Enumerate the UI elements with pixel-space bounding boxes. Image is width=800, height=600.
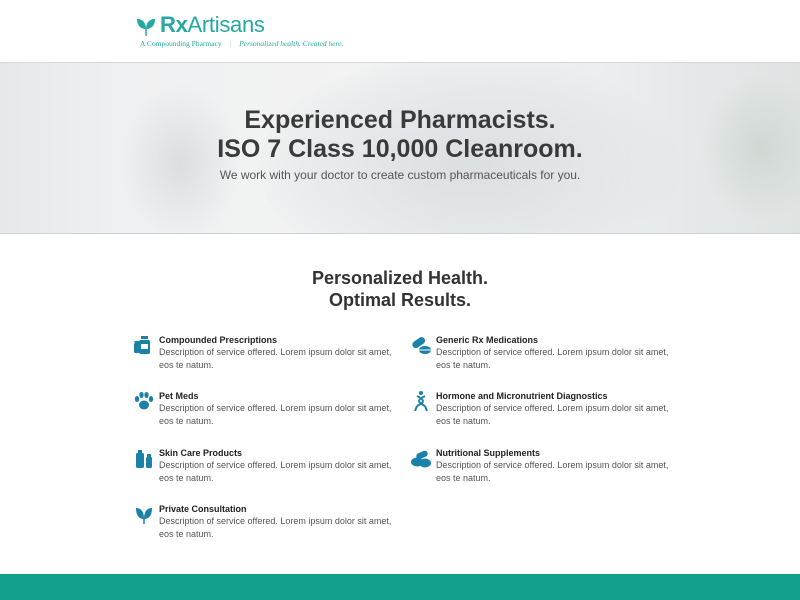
service-description: Description of service offered. Lorem ip… (159, 516, 392, 539)
logo[interactable]: RxArtisans A Compounding Pharmacy | Pers… (135, 14, 343, 48)
paw-icon (133, 390, 155, 412)
prescription-bottles-icon (133, 334, 155, 356)
service-skin-care: Skin Care Products Description of servic… (133, 447, 403, 484)
skincare-bottle-icon (133, 447, 155, 469)
service-description: Description of service offered. Lorem ip… (436, 403, 669, 426)
hero-title: Experienced Pharmacists. ISO 7 Class 10,… (217, 106, 583, 163)
service-description: Description of service offered. Lorem ip… (436, 347, 669, 370)
services-heading: Personalized Health. Optimal Results. (311, 268, 489, 310)
brand-name: RxArtisans (160, 12, 265, 37)
leaf-logo-icon (137, 19, 155, 36)
dna-icon (410, 390, 432, 412)
service-private-consultation: Private Consultation Description of serv… (133, 503, 403, 540)
leaf-icon (133, 503, 155, 525)
service-title: Compounded Prescriptions (159, 335, 278, 345)
pills-icon (410, 334, 432, 356)
service-description: Description of service offered. Lorem ip… (159, 460, 392, 483)
service-compounded-prescriptions: Compounded Prescriptions Description of … (133, 334, 403, 371)
service-nutritional-supplements: Nutritional Supplements Description of s… (410, 447, 680, 484)
site-header: RxArtisans A Compounding Pharmacy | Pers… (0, 0, 800, 62)
service-description: Description of service offered. Lorem ip… (159, 403, 392, 426)
hero-subtitle: We work with your doctor to create custo… (219, 168, 581, 182)
tagline-left: A Compounding Pharmacy (140, 39, 222, 48)
service-title: Hormone and Micronutrient Diagnostics (436, 391, 608, 401)
service-generic-rx: Generic Rx Medications Description of se… (410, 334, 680, 371)
service-description: Description of service offered. Lorem ip… (159, 347, 392, 370)
supplements-icon (410, 447, 432, 469)
service-hormone-diagnostics: Hormone and Micronutrient Diagnostics De… (410, 390, 680, 427)
tagline: A Compounding Pharmacy | Personalized he… (140, 39, 343, 48)
hero-banner: Experienced Pharmacists. ISO 7 Class 10,… (0, 62, 800, 234)
service-title: Skin Care Products (159, 448, 243, 458)
service-title: Pet Meds (159, 391, 199, 401)
service-description: Description of service offered. Lorem ip… (436, 460, 669, 483)
tagline-right: Personalized health. Created here. (239, 39, 344, 48)
service-pet-meds: Pet Meds Description of service offered.… (133, 390, 403, 427)
tagline-separator: | (229, 39, 232, 48)
service-title: Private Consultation (159, 504, 247, 514)
service-title: Generic Rx Medications (436, 335, 539, 345)
service-title: Nutritional Supplements (436, 448, 541, 458)
footer-band (0, 574, 800, 600)
